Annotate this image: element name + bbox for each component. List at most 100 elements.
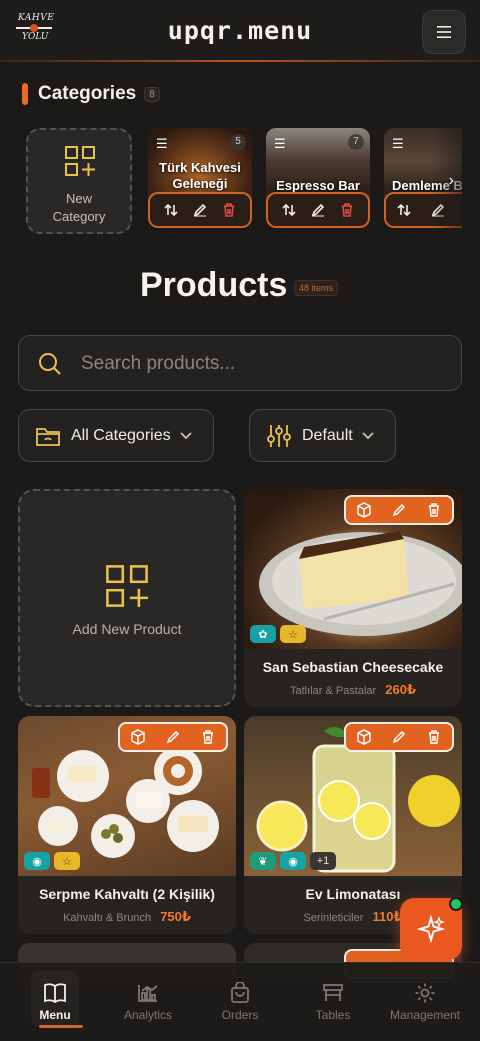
- product-tags: ✿ ☆: [250, 625, 306, 643]
- nav-item-orders[interactable]: Orders: [192, 963, 288, 1041]
- search-bar[interactable]: [18, 335, 462, 391]
- product-category: Tatlılar & Pastalar: [289, 685, 377, 697]
- delete-icon[interactable]: [339, 202, 355, 218]
- edit-icon[interactable]: [391, 729, 407, 745]
- product-meta: Kahvaltı & Brunch 750₺: [18, 909, 236, 925]
- box-icon[interactable]: [356, 729, 372, 745]
- category-product-count: 7: [348, 134, 364, 150]
- bottom-navigation: Menu Analytics Orders Tables Management: [0, 962, 480, 1041]
- drag-handle-icon[interactable]: ☰: [392, 136, 404, 152]
- nav-item-tables[interactable]: Tables: [285, 963, 381, 1041]
- chevron-down-icon: [361, 431, 375, 441]
- product-meta: Tatlılar & Pastalar 260₺: [244, 682, 462, 698]
- product-price: 260₺: [385, 682, 416, 697]
- edit-icon[interactable]: [192, 202, 208, 218]
- category-card[interactable]: ☰ 5 Türk Kahvesi Geleneği: [148, 128, 252, 228]
- reorder-icon[interactable]: [163, 202, 179, 218]
- more-tags-badge: +1: [310, 852, 336, 870]
- section-accent-bar: [22, 83, 28, 105]
- halal-icon: ◉: [24, 852, 50, 870]
- category-filter-value: All Categories: [71, 426, 171, 444]
- chevron-right-icon[interactable]: ›: [449, 172, 454, 190]
- categories-count-badge: 8: [144, 86, 160, 102]
- box-icon[interactable]: [130, 729, 146, 745]
- nav-item-analytics[interactable]: Analytics: [100, 963, 196, 1041]
- nav-label: Menu: [39, 1008, 71, 1022]
- edit-icon[interactable]: [165, 729, 181, 745]
- product-name: Serpme Kahvaltı (2 Kişilik): [39, 886, 215, 902]
- sliders-icon: [267, 424, 291, 447]
- add-grid-icon: [106, 565, 148, 607]
- add-product-label: Add New Product: [72, 621, 182, 637]
- sort-dropdown[interactable]: Default: [249, 409, 396, 462]
- category-name: Türk Kahvesi Geleneği: [159, 160, 241, 191]
- new-category-button[interactable]: New Category: [26, 128, 132, 234]
- search-icon: [39, 353, 61, 375]
- categories-carousel[interactable]: New Category ☰ 5 Türk Kahvesi Geleneği ☰…: [26, 126, 462, 236]
- product-actions: [344, 495, 454, 525]
- new-category-label-line2: Category: [52, 209, 106, 224]
- categories-header: Categories 8: [22, 82, 160, 106]
- category-product-count: 5: [230, 134, 246, 150]
- delete-icon[interactable]: [200, 729, 216, 745]
- online-status-dot: [449, 897, 463, 911]
- menu-button[interactable]: [422, 10, 466, 54]
- new-category-label-line1: New: [65, 191, 92, 206]
- gear-icon: [413, 981, 437, 1005]
- chart-icon: [136, 981, 160, 1005]
- active-underline: [39, 1025, 83, 1028]
- product-tags: ◉ ☆: [24, 852, 80, 870]
- category-card[interactable]: ☰ 7 Espresso Bar: [266, 128, 370, 228]
- add-product-button[interactable]: Add New Product: [18, 489, 236, 707]
- product-actions: [118, 722, 228, 752]
- chevron-down-icon: [179, 431, 193, 441]
- folder-icon: [36, 427, 60, 446]
- edit-icon[interactable]: [310, 202, 326, 218]
- category-actions: [266, 192, 370, 228]
- product-category: Kahvaltı & Brunch: [63, 912, 152, 924]
- search-input[interactable]: [81, 346, 441, 382]
- carousel-fade: [432, 126, 462, 236]
- nav-label: Analytics: [123, 1008, 173, 1022]
- reorder-icon[interactable]: [396, 202, 412, 218]
- leaf-icon: ❦: [250, 852, 276, 870]
- new-category-label: New Category: [28, 190, 130, 226]
- product-price: 110₺: [372, 909, 403, 924]
- hamburger-icon: [437, 26, 451, 38]
- nav-item-management[interactable]: Management: [377, 963, 473, 1041]
- star-icon: ☆: [54, 852, 80, 870]
- brand-title: upqr.menu: [167, 16, 313, 45]
- sort-value: Default: [302, 426, 353, 444]
- nav-item-menu[interactable]: Menu: [7, 963, 103, 1041]
- product-card[interactable]: ✿ ☆ San Sebastian Cheesecake Tatlılar & …: [244, 489, 462, 707]
- category-filter-dropdown[interactable]: All Categories: [18, 409, 214, 462]
- edit-icon[interactable]: [391, 502, 407, 518]
- delete-icon[interactable]: [221, 202, 237, 218]
- product-actions: [344, 722, 454, 752]
- book-icon: [43, 981, 67, 1005]
- nav-label: Tables: [315, 1008, 351, 1022]
- product-category: Serinleticiler: [303, 912, 364, 924]
- drag-handle-icon[interactable]: ☰: [156, 136, 168, 152]
- bag-icon: [228, 981, 252, 1005]
- box-icon[interactable]: [356, 502, 372, 518]
- halal-icon: ◉: [280, 852, 306, 870]
- app-header: KAHVE YOLU upqr.menu: [0, 0, 480, 62]
- product-name: San Sebastian Cheesecake: [262, 659, 444, 675]
- add-grid-icon: [65, 146, 95, 176]
- nav-label: Management: [389, 1008, 461, 1022]
- categories-title: Categories: [38, 83, 137, 104]
- reorder-icon[interactable]: [281, 202, 297, 218]
- delete-icon[interactable]: [426, 729, 442, 745]
- vegetarian-icon: ✿: [250, 625, 276, 643]
- product-price: 750₺: [160, 909, 191, 924]
- nav-label: Orders: [221, 1008, 259, 1022]
- star-icon: ☆: [280, 625, 306, 643]
- table-icon: [321, 981, 345, 1005]
- category-actions: [148, 192, 252, 228]
- sparkle-icon: [417, 915, 445, 943]
- delete-icon[interactable]: [426, 502, 442, 518]
- products-count-badge: 48 items: [294, 280, 339, 296]
- drag-handle-icon[interactable]: ☰: [274, 136, 286, 152]
- product-card[interactable]: ◉ ☆ Serpme Kahvaltı (2 Kişilik) Kahvaltı…: [18, 716, 236, 934]
